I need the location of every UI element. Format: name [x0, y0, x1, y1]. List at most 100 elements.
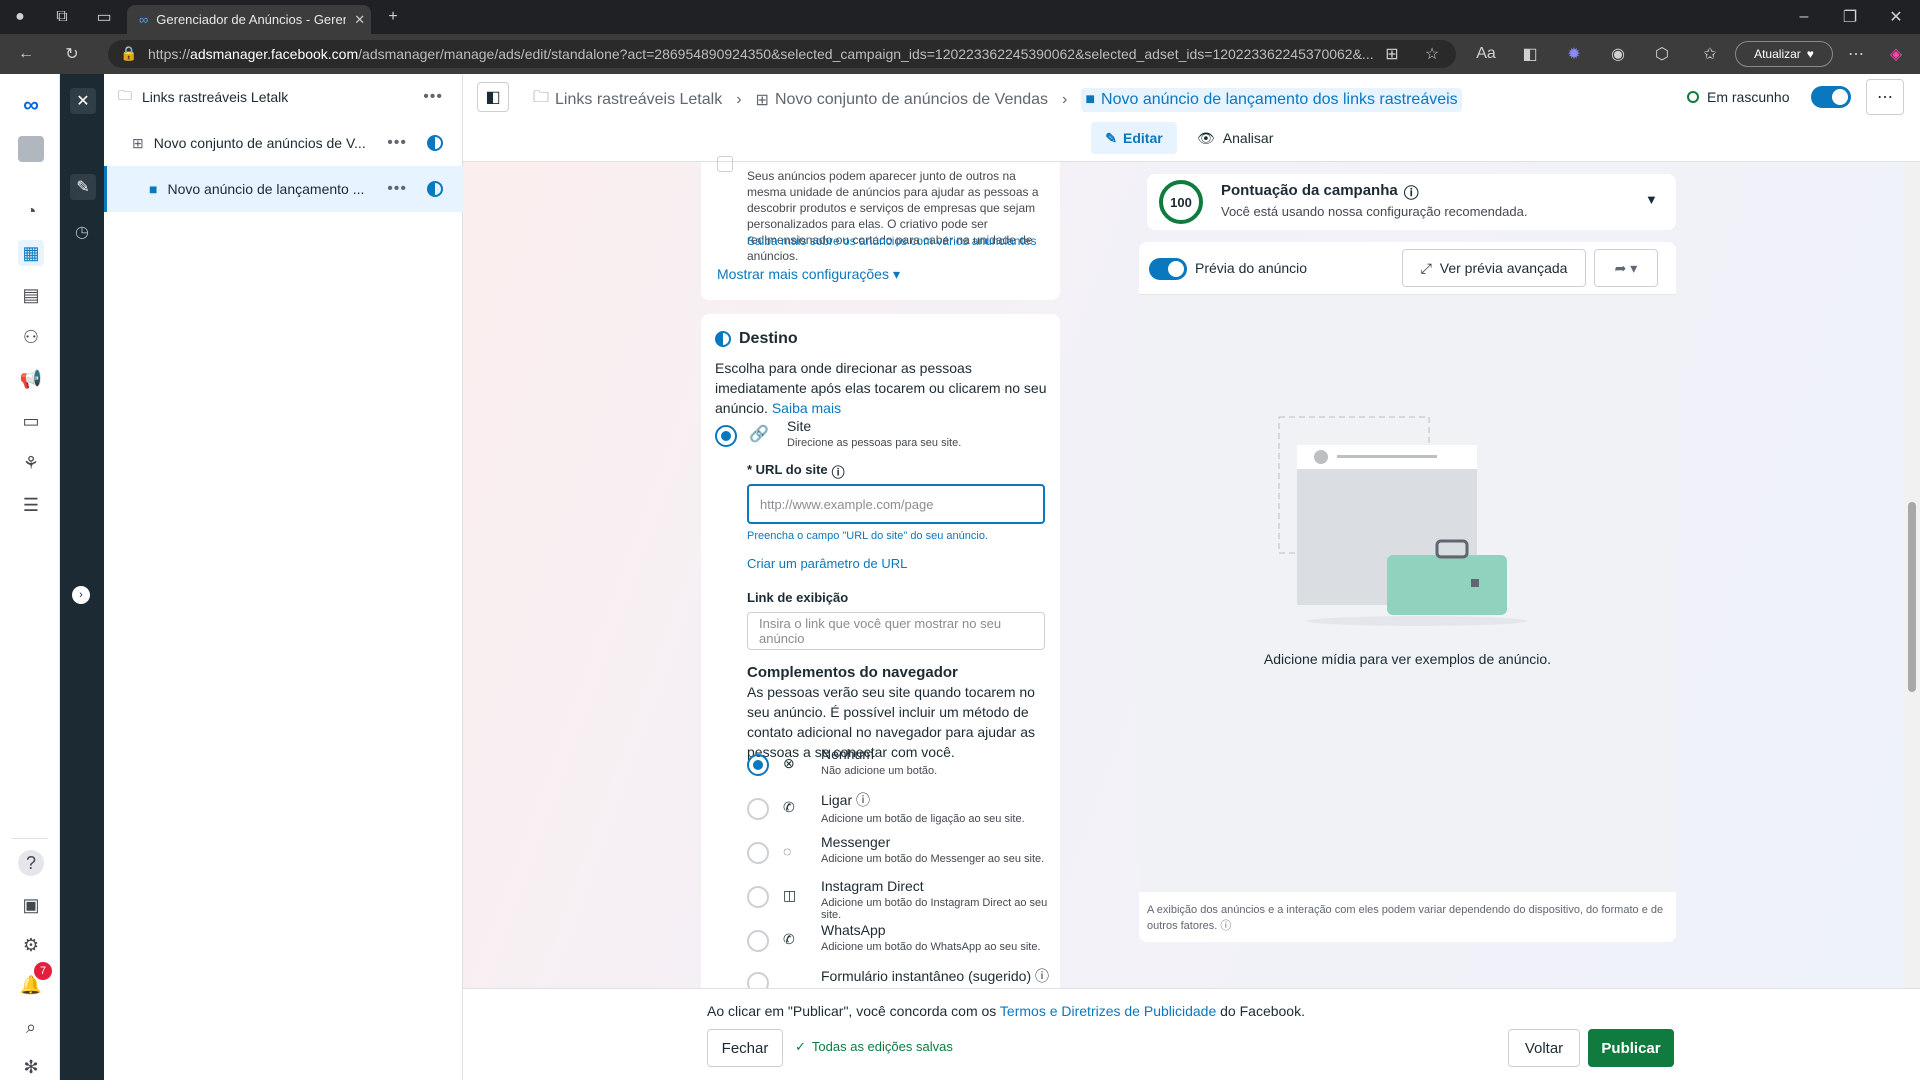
- favorite-icon[interactable]: ☆: [1420, 42, 1444, 66]
- tab-edit[interactable]: ✎ Editar: [1091, 122, 1177, 154]
- audiences-icon[interactable]: ⚇: [18, 324, 44, 350]
- workspaces-icon[interactable]: ⧉: [50, 5, 74, 29]
- address-bar[interactable]: 🔒 https://adsmanager.facebook.com/adsman…: [108, 40, 1456, 68]
- meta-logo-icon[interactable]: ∞: [18, 92, 44, 118]
- crumb-ad[interactable]: ■ Novo anúncio de lançamento dos links ra…: [1081, 87, 1462, 112]
- addon-none-radio[interactable]: [747, 754, 769, 776]
- bug-report-icon[interactable]: ✻: [18, 1054, 44, 1080]
- draft-status: Em rascunho: [1687, 89, 1789, 105]
- addon-none[interactable]: Nenhum Não adicione um botão.: [821, 746, 937, 777]
- close-editor-icon[interactable]: ✕: [70, 88, 96, 114]
- help-icon[interactable]: ?: [18, 850, 44, 876]
- more-menu-icon[interactable]: ⋯: [1844, 42, 1868, 66]
- update-button[interactable]: Atualizar ♥: [1735, 41, 1833, 67]
- minimize-icon[interactable]: –: [1792, 5, 1816, 29]
- close-window-icon[interactable]: ✕: [1884, 5, 1908, 29]
- adset-grid-icon: ⊞: [132, 134, 144, 151]
- extension-gear-icon[interactable]: ✹: [1562, 42, 1586, 66]
- site-radio[interactable]: [715, 425, 737, 447]
- show-more-settings-link[interactable]: Mostrar mais configurações ▾: [717, 266, 900, 283]
- extension-reader-icon[interactable]: Aa: [1474, 42, 1498, 66]
- copilot-icon[interactable]: ◈: [1884, 42, 1908, 66]
- campaign-more-icon[interactable]: •••: [423, 88, 443, 106]
- screenshot-icon[interactable]: ◉: [1606, 42, 1630, 66]
- close-button[interactable]: Fechar: [707, 1029, 783, 1067]
- preview-toggle[interactable]: [1149, 258, 1187, 280]
- extensions-icon[interactable]: ⬡: [1650, 42, 1674, 66]
- billing-icon[interactable]: ▭: [18, 408, 44, 434]
- advertise-icon[interactable]: 📢: [18, 366, 44, 392]
- favorites-bar-icon[interactable]: ✩: [1698, 42, 1722, 66]
- catalog-icon[interactable]: ▤: [18, 282, 44, 308]
- settings-icon[interactable]: ⚙: [18, 932, 44, 958]
- campaign-score-card[interactable]: 100 Pontuação da campanha ⓘ Você está usa…: [1147, 174, 1676, 230]
- tab-actions-icon[interactable]: ▭: [92, 5, 116, 29]
- crumb-adset[interactable]: Novo conjunto de anúncios de Vendas: [775, 91, 1048, 109]
- close-tab-icon[interactable]: ✕: [354, 12, 365, 28]
- publish-button[interactable]: Publicar: [1588, 1029, 1674, 1067]
- tree-ad[interactable]: ■ Novo anúncio de lançamento ... •••: [104, 166, 463, 212]
- browser-tab[interactable]: ∞ Gerenciador de Anúncios - Gerenciar an…: [127, 5, 371, 34]
- info-icon[interactable]: ⓘ: [1404, 182, 1419, 203]
- share-button[interactable]: ➦ ▾: [1594, 249, 1658, 287]
- addon-form[interactable]: Formulário instantâneo (sugerido) ⓘ: [821, 966, 1049, 986]
- addon-call[interactable]: Ligar ⓘ Adicione um botão de ligação ao s…: [821, 790, 1025, 825]
- ad-icon: ■: [149, 181, 158, 197]
- ad-more-icon[interactable]: •••: [387, 180, 407, 198]
- edit-pencil-icon[interactable]: ✎: [70, 174, 96, 200]
- advanced-preview-button[interactable]: ⤢ Ver prévia avançada: [1402, 249, 1586, 287]
- tree-campaign-label: Links rastreáveis Letalk: [142, 89, 289, 105]
- all-tools-menu-icon[interactable]: ☰: [18, 492, 44, 518]
- account-avatar[interactable]: [18, 136, 44, 162]
- url-input[interactable]: http://www.example.com/page: [747, 484, 1045, 524]
- tree-campaign[interactable]: 🗀 Links rastreáveis Letalk •••: [104, 74, 463, 120]
- restore-icon[interactable]: ❐: [1838, 5, 1862, 29]
- back-button[interactable]: Voltar: [1508, 1029, 1580, 1067]
- multi-advertiser-desc: Seus anúncios podem aparecer junto de ou…: [747, 169, 1039, 263]
- multi-advertiser-learn-link[interactable]: Saiba mais sobre os anúncios com vários …: [747, 234, 1037, 248]
- addon-instagram-radio[interactable]: [747, 886, 769, 908]
- scrollbar-thumb[interactable]: [1908, 502, 1916, 692]
- expand-arrow-icon[interactable]: ›: [72, 586, 90, 604]
- refresh-icon[interactable]: ↻: [60, 42, 84, 66]
- info-icon[interactable]: ⓘ: [1035, 968, 1049, 984]
- new-tab-icon[interactable]: +: [381, 5, 405, 29]
- campaign-tree: 🗀 Links rastreáveis Letalk ••• ⊞ Novo co…: [104, 74, 463, 1080]
- ad-active-toggle[interactable]: [1811, 86, 1851, 108]
- reports-icon[interactable]: ▣: [18, 892, 44, 918]
- chevron-down-icon[interactable]: ▼: [1645, 192, 1658, 207]
- terms-link[interactable]: Termos e Diretrizes de Publicidade: [1000, 1003, 1216, 1019]
- site-option[interactable]: Site Direcione as pessoas para seu site.: [787, 418, 961, 449]
- campaigns-table-icon[interactable]: ▦: [18, 240, 44, 266]
- info-icon[interactable]: ⓘ: [856, 792, 870, 808]
- addon-whatsapp[interactable]: WhatsApp Adicione um botão do WhatsApp ao…: [821, 922, 1041, 953]
- addon-call-radio[interactable]: [747, 798, 769, 820]
- adset-more-icon[interactable]: •••: [387, 134, 407, 152]
- info-icon[interactable]: ⓘ: [1220, 920, 1231, 932]
- tree-adset[interactable]: ⊞ Novo conjunto de anúncios de V... •••: [104, 120, 463, 166]
- addon-whatsapp-radio[interactable]: [747, 930, 769, 952]
- extension-icon[interactable]: ◧: [1518, 42, 1542, 66]
- crumb-folder-icon: 🗀: [533, 89, 550, 106]
- main-scrollbar[interactable]: [1904, 162, 1920, 988]
- profile-icon[interactable]: ●: [8, 5, 32, 29]
- multi-advertiser-checkbox[interactable]: [717, 156, 733, 172]
- addon-instagram[interactable]: Instagram Direct Adicione um botão do Ins…: [821, 878, 1060, 921]
- url-param-link[interactable]: Criar um parâmetro de URL: [747, 556, 907, 571]
- destination-learn-link[interactable]: Saiba mais: [772, 400, 841, 416]
- tab-review[interactable]: 👁 Analisar: [1197, 122, 1273, 154]
- more-options-icon[interactable]: ⋯: [1866, 79, 1904, 115]
- crumb-campaign[interactable]: Links rastreáveis Letalk: [555, 91, 722, 109]
- eye-icon: 👁: [1197, 129, 1215, 146]
- search-icon[interactable]: ⌕: [18, 1014, 44, 1040]
- toggle-panel-icon[interactable]: ◧: [477, 82, 509, 112]
- addon-messenger[interactable]: Messenger Adicione um botão do Messenger …: [821, 834, 1044, 865]
- addon-messenger-radio[interactable]: [747, 842, 769, 864]
- back-icon[interactable]: ←: [14, 42, 38, 66]
- history-icon[interactable]: ◷: [70, 220, 94, 244]
- info-icon[interactable]: ⓘ: [832, 462, 845, 481]
- display-link-input[interactable]: Insira o link que você quer mostrar no s…: [747, 612, 1045, 650]
- app-available-icon[interactable]: ⊞: [1380, 42, 1404, 66]
- business-tools-icon[interactable]: ⚘: [18, 450, 44, 476]
- overview-icon[interactable]: ◔: [18, 198, 44, 224]
